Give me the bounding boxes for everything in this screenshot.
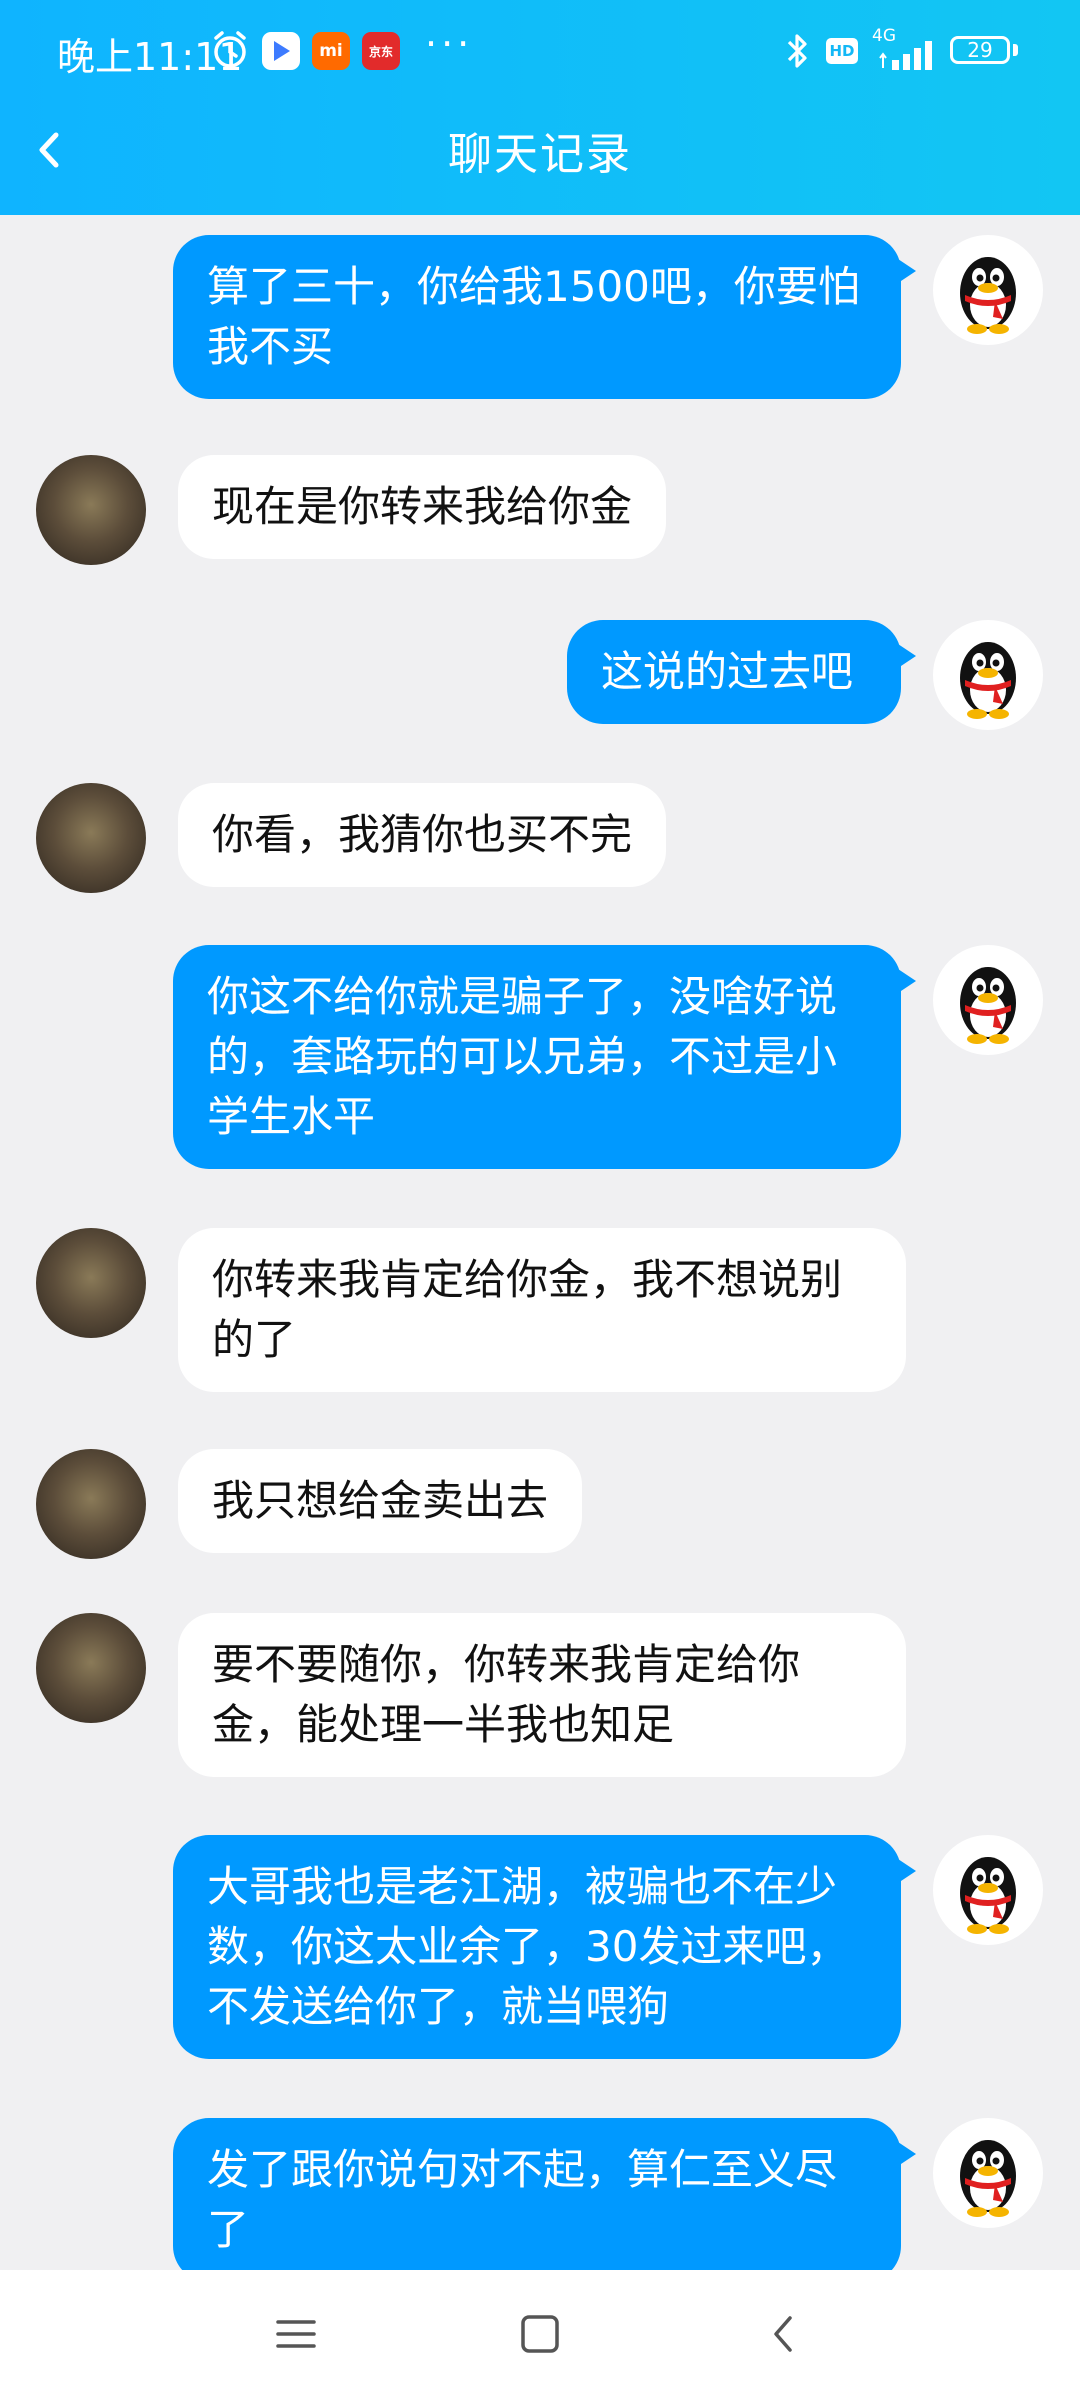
more-notifications: ··· [425,22,474,66]
status-bar: 晚上11:11 mi 京东 ··· HD 4G 29 [0,0,1080,105]
avatar-self[interactable] [933,1835,1043,1945]
message-bubble-sent[interactable]: 这说的过去吧 [567,620,901,724]
video-app-icon [262,32,300,70]
penguin-icon [960,1857,1016,1934]
bluetooth-icon [785,32,811,74]
mi-app-icon: mi [312,32,350,70]
avatar-self[interactable] [933,235,1043,345]
penguin-icon [960,967,1016,1044]
penguin-icon [960,2140,1016,2217]
signal-icon [879,41,932,70]
avatar-contact[interactable] [36,1613,146,1723]
bubble-tail [898,259,916,283]
avatar-contact[interactable] [36,783,146,893]
bubble-tail [898,2142,916,2166]
nav-back-button[interactable] [754,2304,814,2364]
avatar-self[interactable] [933,620,1043,730]
bubble-tail [898,644,916,668]
shopping-app-icon: 京东 [362,32,400,70]
avatar-contact[interactable] [36,1228,146,1338]
menu-button[interactable] [266,2304,326,2364]
message-bubble-sent[interactable]: 发了跟你说句对不起，算仁至义尽了 [173,2118,901,2270]
chat-history[interactable]: 算了三十，你给我1500吧，你要怕我不买 现在是你转来我给你金 这说的过去吧 你… [0,215,1080,2270]
penguin-icon [960,257,1016,334]
avatar-self[interactable] [933,945,1043,1055]
message-bubble-sent[interactable]: 你这不给你就是骗子了，没啥好说的，套路玩的可以兄弟，不过是小学生水平 [173,945,901,1169]
bubble-tail [898,1859,916,1883]
bubble-tail [898,969,916,993]
message-bubble-received[interactable]: 我只想给金卖出去 [178,1449,583,1553]
message-bubble-sent[interactable]: 算了三十，你给我1500吧，你要怕我不买 [173,235,901,399]
penguin-icon [960,642,1016,719]
message-bubble-received[interactable]: 你看，我猜你也买不完 [178,783,667,887]
message-bubble-sent[interactable]: 大哥我也是老江湖，被骗也不在少数，你这太业余了，30发过来吧，不发送给你了，就当… [173,1835,901,2059]
home-button[interactable] [510,2304,570,2364]
avatar-contact[interactable] [36,455,146,565]
message-bubble-received[interactable]: 现在是你转来我给你金 [178,455,667,559]
header: 晚上11:11 mi 京东 ··· HD 4G 29 聊天记录 [0,0,1080,215]
menu-icon [276,2320,316,2348]
home-icon [521,2315,559,2353]
avatar-self[interactable] [933,2118,1043,2228]
alarm-icon [212,30,248,74]
hd-badge: HD [826,38,858,64]
battery-indicator: 29 [950,36,1010,64]
battery-tip [1013,44,1018,56]
message-bubble-received[interactable]: 你转来我肯定给你金，我不想说别的了 [178,1228,906,1392]
system-nav-bar [0,2270,1080,2400]
page-title: 聊天记录 [448,129,632,180]
avatar-contact[interactable] [36,1449,146,1559]
message-bubble-received[interactable]: 要不要随你，你转来我肯定给你金，能处理一半我也知足 [178,1613,906,1777]
back-icon [774,2316,792,2352]
